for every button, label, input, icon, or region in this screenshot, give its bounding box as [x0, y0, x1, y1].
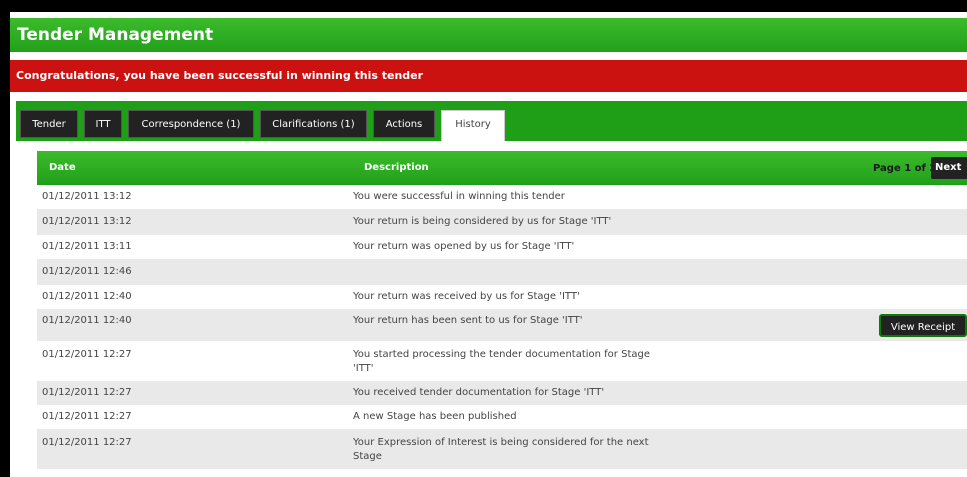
table-row: 01/12/2011 12:40 Your return has been se…: [37, 309, 967, 341]
tab-itt[interactable]: ITT: [84, 110, 122, 138]
tab-history[interactable]: History: [441, 110, 505, 141]
row-date: 01/12/2011 12:40: [42, 291, 132, 302]
row-description: Your return was received by us for Stage…: [353, 291, 580, 302]
row-date: 01/12/2011 12:27: [42, 349, 132, 360]
window-frame: Tender Management Congratulations, you h…: [0, 0, 967, 477]
row-description: You received tender documentation for St…: [353, 387, 605, 398]
row-date: 01/12/2011 13:12: [42, 191, 132, 202]
table-row: 01/12/2011 12:27 You started processing …: [37, 341, 967, 381]
pager: Page 1 of 2 Next: [873, 157, 967, 179]
page-title: Tender Management: [10, 18, 967, 52]
row-description: You started processing the tender docume…: [353, 349, 650, 374]
history-table-body: 01/12/2011 13:12 You were successful in …: [37, 185, 967, 469]
row-date: 01/12/2011 12:40: [42, 315, 132, 326]
row-date: 01/12/2011 12:46: [42, 266, 132, 277]
tab-tender[interactable]: Tender: [20, 110, 78, 138]
row-description: A new Stage has been published: [353, 411, 517, 422]
row-date: 01/12/2011 12:27: [42, 437, 132, 448]
row-description: Your Expression of Interest is being con…: [353, 437, 649, 462]
column-header-description: Description: [364, 162, 429, 173]
table-row: 01/12/2011 12:27 You received tender doc…: [37, 381, 967, 405]
table-row: 01/12/2011 12:27 Your Expression of Inte…: [37, 429, 967, 469]
row-description: Your return is being considered by us fo…: [353, 216, 612, 227]
table-row: 01/12/2011 12:46: [37, 259, 967, 285]
table-row: 01/12/2011 13:11 Your return was opened …: [37, 235, 967, 259]
tab-correspondence[interactable]: Correspondence (1): [128, 110, 254, 138]
table-header: Date Description Page 1 of 2 Next: [37, 151, 967, 185]
row-description: Your return has been sent to us for Stag…: [353, 315, 583, 326]
row-description: You were successful in winning this tend…: [353, 191, 565, 202]
row-date: 01/12/2011 13:11: [42, 241, 132, 252]
table-row: 01/12/2011 12:27 A new Stage has been pu…: [37, 405, 967, 429]
tab-bar: Tender ITT Correspondence (1) Clarificat…: [16, 101, 967, 141]
table-row: 01/12/2011 13:12 You were successful in …: [37, 185, 967, 209]
page-indicator: Page 1 of 2: [873, 163, 937, 174]
view-receipt-button[interactable]: View Receipt: [879, 314, 967, 337]
row-date: 01/12/2011 12:27: [42, 387, 132, 398]
row-date: 01/12/2011 12:27: [42, 411, 132, 422]
column-header-date: Date: [49, 162, 76, 173]
table-row: 01/12/2011 13:12 Your return is being co…: [37, 209, 967, 235]
history-panel: Date Description Page 1 of 2 Next 01/12/…: [34, 141, 967, 477]
tab-actions[interactable]: Actions: [373, 110, 435, 138]
row-description: Your return was opened by us for Stage '…: [353, 241, 575, 252]
tab-clarifications[interactable]: Clarifications (1): [260, 110, 367, 138]
row-date: 01/12/2011 13:12: [42, 216, 132, 227]
tender-management-page: Tender Management Congratulations, you h…: [10, 12, 967, 477]
success-alert: Congratulations, you have been successfu…: [10, 60, 967, 92]
table-row: 01/12/2011 12:40 Your return was receive…: [37, 285, 967, 309]
next-page-button[interactable]: Next: [931, 157, 967, 179]
